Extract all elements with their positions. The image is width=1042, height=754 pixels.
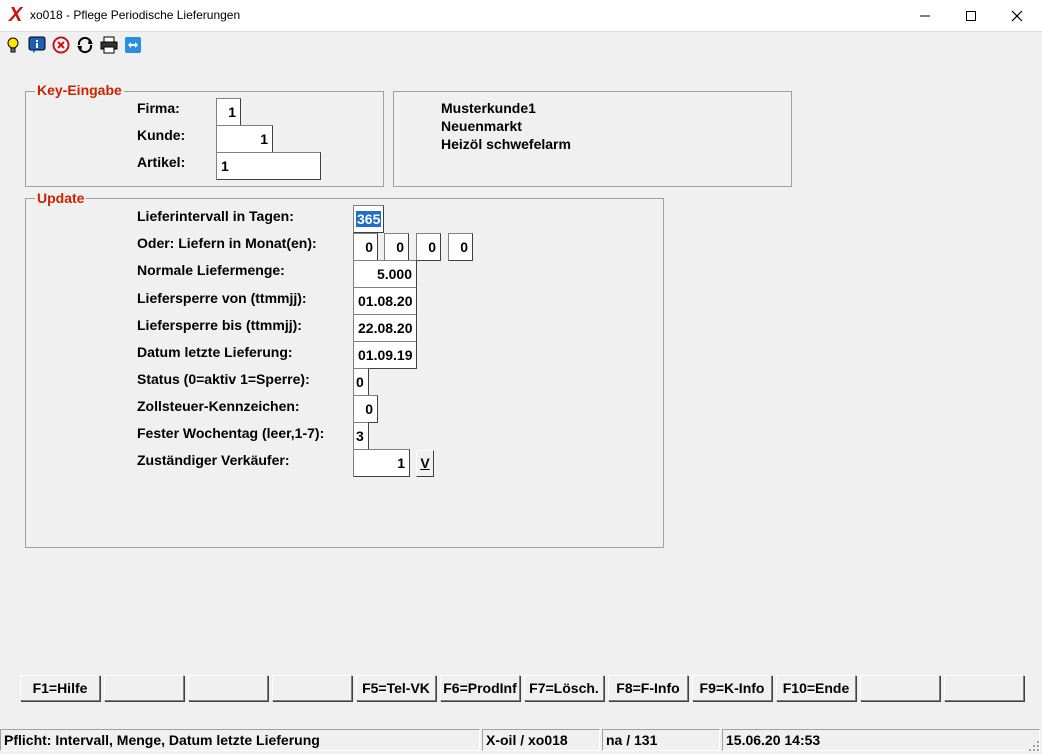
f1-help-button[interactable]: F1=Hilfe (20, 675, 100, 701)
window-title: xo018 - Pflege Periodische Lieferungen (30, 8, 241, 22)
letzte-lieferung-label: Datum letzte Lieferung: (137, 344, 293, 360)
update-group (25, 198, 664, 548)
article-name: Heizöl schwefelarm (441, 136, 571, 152)
f12-button[interactable] (944, 675, 1024, 701)
artikel-field[interactable]: 1 (216, 152, 321, 180)
cancel-icon[interactable] (52, 36, 70, 54)
close-icon (1011, 10, 1023, 21)
remote-support-icon[interactable] (124, 36, 142, 54)
monat-field-3[interactable]: 0 (416, 233, 441, 261)
kunde-label: Kunde: (137, 127, 186, 143)
update-group-title: Update (35, 190, 87, 206)
sperre-bis-label: Liefersperre bis (ttmmjj): (137, 317, 302, 333)
zoll-label: Zollsteuer-Kennzeichen: (137, 398, 300, 414)
monat-field-1[interactable]: 0 (353, 233, 378, 261)
f4-button[interactable] (272, 675, 352, 701)
status-label: Status (0=aktiv 1=Sperre): (137, 371, 310, 387)
maximize-icon (966, 10, 976, 21)
intervall-label: Lieferintervall in Tagen: (137, 208, 294, 224)
menge-label: Normale Liefermenge: (137, 262, 285, 278)
verkaeufer-lookup-button[interactable]: V (416, 450, 434, 477)
toolbar (0, 32, 1042, 58)
sperre-von-label: Liefersperre von (ttmmjj): (137, 290, 307, 306)
resize-grip-icon[interactable] (1028, 740, 1040, 752)
wochentag-label: Fester Wochentag (leer,1-7): (137, 425, 325, 441)
firma-label: Firma: (137, 100, 180, 116)
printer-icon[interactable] (100, 36, 118, 54)
sperre-von-field[interactable]: 01.08.20 (353, 287, 417, 315)
f10-end-button[interactable]: F10=Ende (776, 675, 856, 701)
monat-field-4[interactable]: 0 (448, 233, 473, 261)
minimize-icon (920, 15, 930, 16)
verkaeufer-field[interactable]: 1 (353, 449, 410, 477)
verkaeufer-label: Zuständiger Verkäufer: (137, 452, 290, 468)
maximize-button[interactable] (948, 0, 994, 31)
kunde-field[interactable]: 1 (216, 125, 273, 153)
minimize-button[interactable] (902, 0, 948, 31)
f8-f-info-button[interactable]: F8=F-Info (608, 675, 688, 701)
refresh-icon[interactable] (76, 36, 94, 54)
artikel-label: Artikel: (137, 154, 186, 170)
key-input-group (25, 91, 384, 187)
customer-name: Musterkunde1 (441, 100, 536, 116)
f11-button[interactable] (860, 675, 940, 701)
status-datetime: 15.06.20 14:53 (722, 729, 1040, 751)
f7-delete-button[interactable]: F7=Lösch. (524, 675, 604, 701)
customer-city: Neuenmarkt (441, 118, 522, 134)
close-button[interactable] (994, 0, 1040, 31)
lightbulb-icon[interactable] (4, 36, 22, 54)
status-program: X-oil / xo018 (482, 729, 600, 751)
info-icon[interactable] (28, 36, 46, 54)
app-logo-icon: X (9, 4, 23, 26)
key-input-group-title: Key-Eingabe (35, 82, 124, 98)
status-user: na / 131 (602, 729, 720, 751)
letzte-lieferung-field[interactable]: 01.09.19 (353, 341, 417, 369)
f5-tel-vk-button[interactable]: F5=Tel-VK (356, 675, 436, 701)
zoll-field[interactable]: 0 (353, 395, 378, 423)
status-field[interactable]: 0 (353, 368, 369, 396)
monat-field-2[interactable]: 0 (384, 233, 409, 261)
f6-prodinf-button[interactable]: F6=ProdInf (440, 675, 520, 701)
intervall-field[interactable]: 365 (353, 205, 384, 233)
f3-button[interactable] (188, 675, 268, 701)
status-message: Pflicht: Intervall, Menge, Datum letzte … (0, 729, 480, 751)
firma-field[interactable]: 1 (216, 98, 241, 126)
intervall-value: 365 (356, 211, 382, 227)
sperre-bis-field[interactable]: 22.08.20 (353, 314, 417, 342)
monate-label: Oder: Liefern in Monat(en): (137, 235, 317, 251)
f2-button[interactable] (104, 675, 184, 701)
wochentag-field[interactable]: 3 (353, 422, 369, 450)
menge-field[interactable]: 5.000 (353, 260, 417, 288)
f9-k-info-button[interactable]: F9=K-Info (692, 675, 772, 701)
